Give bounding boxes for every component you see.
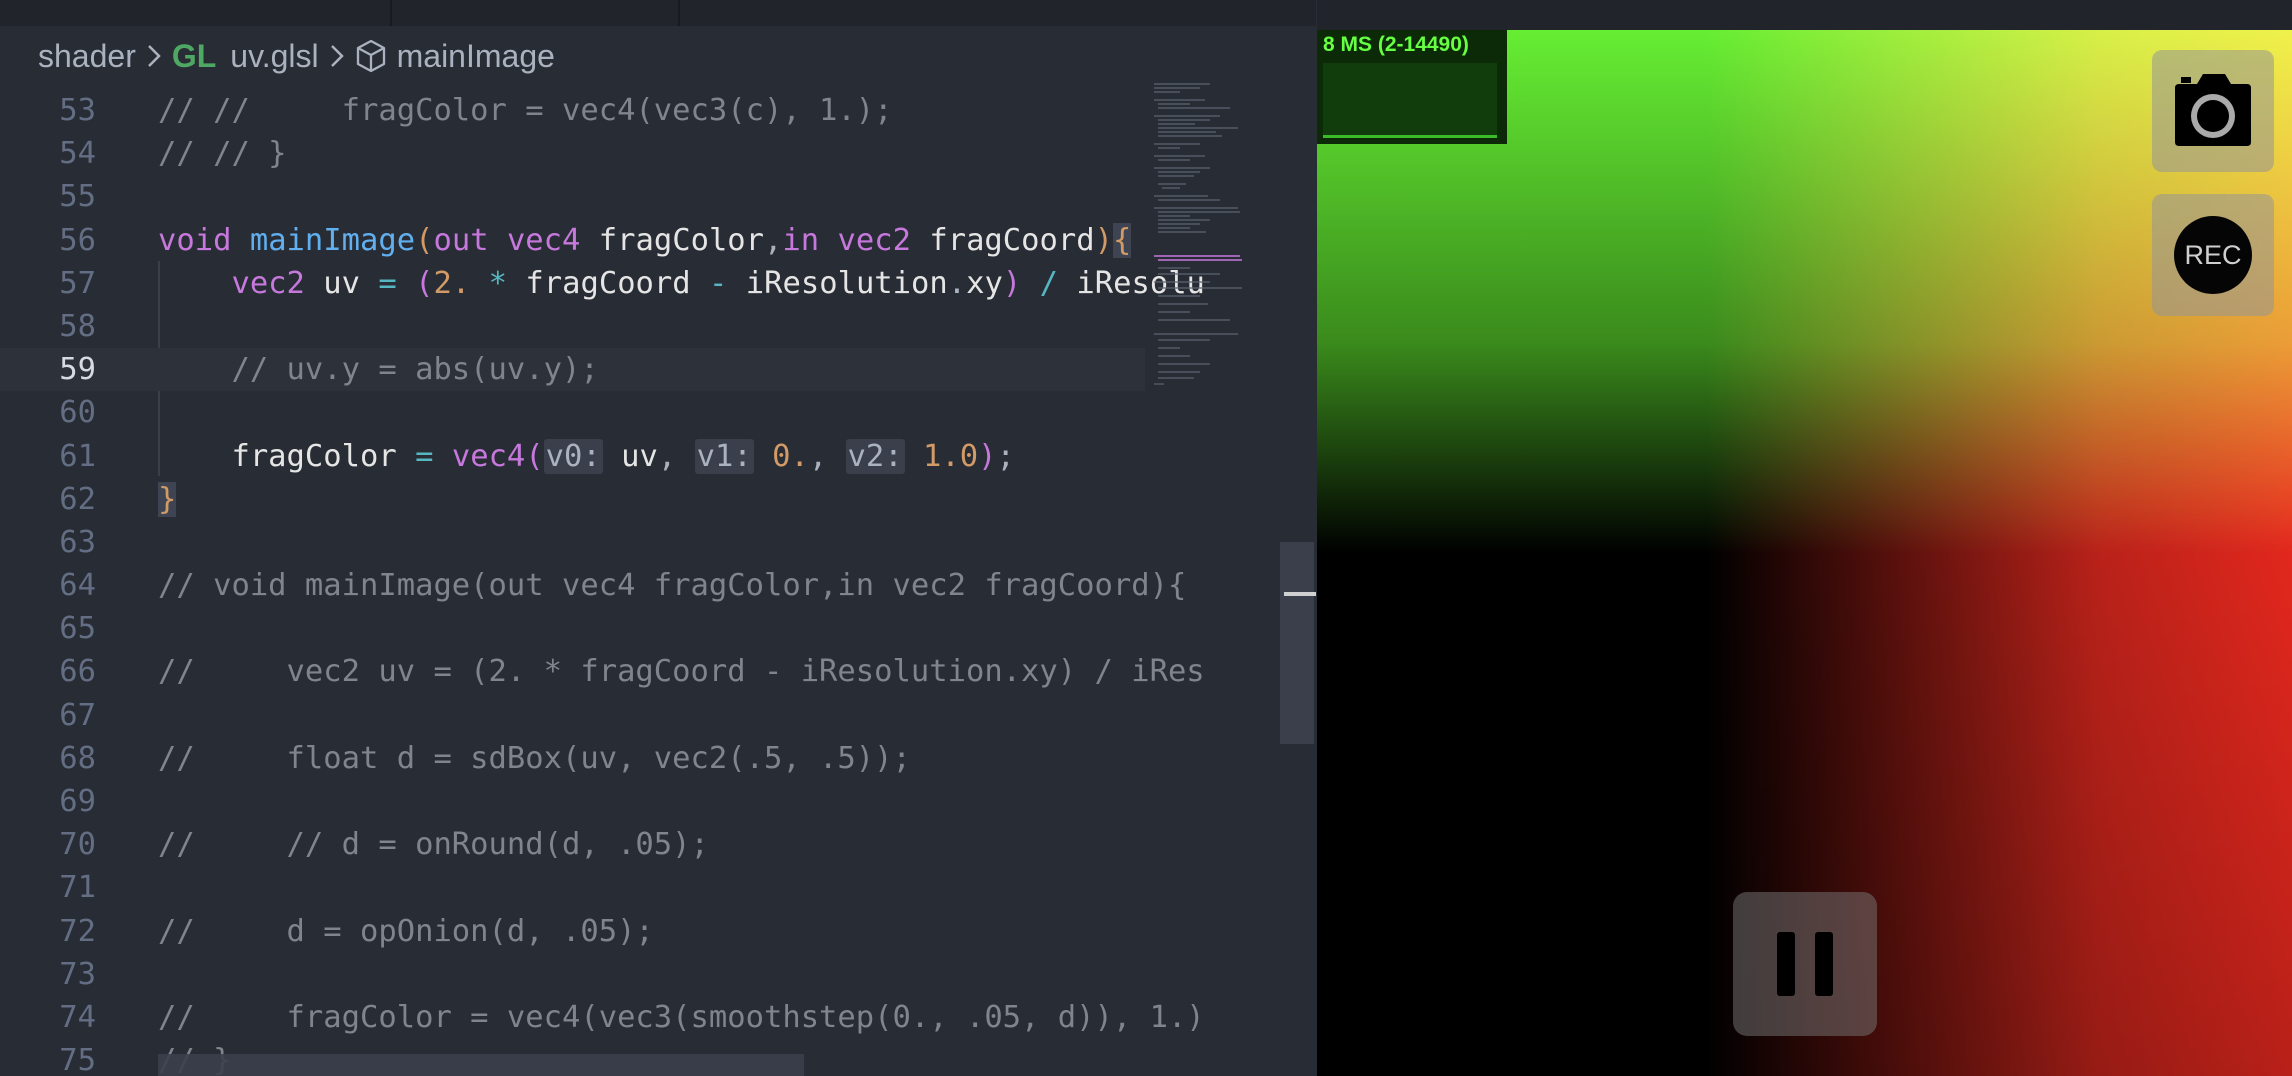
line-number: 74 — [59, 999, 96, 1035]
code-line[interactable]: 67 — [0, 694, 1145, 737]
vertical-scrollbar[interactable] — [1280, 542, 1314, 744]
line-number: 58 — [59, 308, 96, 344]
camera-icon — [2173, 72, 2253, 154]
minimap[interactable] — [1150, 78, 1246, 458]
line-number: 65 — [59, 611, 96, 647]
pause-icon — [1773, 932, 1837, 1000]
code-line[interactable]: 65 — [0, 607, 1145, 650]
code-line-active[interactable]: 59 // uv.y = abs(uv.y); — [0, 348, 1145, 392]
symbol-method-icon — [355, 39, 387, 73]
code-line[interactable]: 73 — [0, 953, 1145, 996]
inlay-hint: v2: — [845, 438, 905, 474]
code-line[interactable]: 57 vec2 uv = (2. * fragCoord - iResoluti… — [0, 262, 1205, 305]
line-number: 66 — [59, 654, 96, 690]
line-number: 63 — [59, 524, 96, 560]
line-number: 59 — [59, 352, 96, 388]
line-number: 61 — [59, 438, 96, 474]
line-number: 75 — [59, 1043, 96, 1076]
frame-time-graph — [1323, 63, 1497, 138]
line-number: 62 — [59, 481, 96, 517]
frame-time-label: 8 MS (2-14490) — [1323, 33, 1469, 56]
line-number: 68 — [59, 740, 96, 776]
code-line[interactable]: 64// void mainImage(out vec4 fragColor,i… — [0, 564, 1186, 607]
code-line[interactable]: 72// d = opOnion(d, .05); — [0, 910, 1145, 953]
breadcrumb-folder[interactable]: shader — [38, 38, 136, 75]
breadcrumb-file[interactable]: uv.glsl — [230, 38, 318, 75]
code-line[interactable]: 60 — [0, 391, 1145, 434]
preview-tab-bar — [1317, 0, 2292, 30]
record-label: REC — [2174, 216, 2252, 294]
pause-button[interactable] — [1733, 892, 1877, 1036]
line-number: 57 — [59, 265, 96, 301]
inlay-hint: v1: — [694, 438, 754, 474]
line-number: 70 — [59, 827, 96, 863]
tab-divider — [678, 0, 680, 26]
tab-divider — [390, 0, 392, 26]
line-number: 72 — [59, 913, 96, 949]
code-line[interactable]: 56 void mainImage(out vec4 fragColor,in v… — [0, 219, 1145, 262]
inlay-hint: v0: — [543, 438, 603, 474]
record-button[interactable]: REC — [2152, 194, 2274, 316]
line-number: 67 — [59, 697, 96, 733]
code-line[interactable]: 53// // fragColor = vec4(vec3(c), 1.); — [0, 89, 1145, 132]
code-line[interactable]: 66// vec2 uv = (2. * fragCoord - iResolu… — [0, 650, 1204, 693]
code-line[interactable]: 62} — [0, 478, 1145, 521]
code-line[interactable]: 70// // d = onRound(d, .05); — [0, 823, 1145, 866]
line-number: 55 — [59, 179, 96, 215]
code-editor[interactable]: shader GL uv.glsl mainImage 53// // frag… — [0, 0, 1316, 1076]
line-number: 71 — [59, 870, 96, 906]
code-line[interactable]: 55 — [0, 175, 1145, 218]
chevron-right-icon — [329, 43, 345, 69]
line-number: 73 — [59, 956, 96, 992]
chevron-right-icon — [146, 43, 162, 69]
line-number: 53 — [59, 93, 96, 128]
code-line[interactable]: 58 — [0, 305, 1145, 348]
horizontal-scrollbar[interactable] — [158, 1054, 804, 1076]
screenshot-button[interactable] — [2152, 50, 2274, 172]
tab-bar — [0, 0, 1316, 26]
code-line[interactable]: 61 fragColor = vec4(v0: uv, v1: 0., v2: … — [0, 435, 1145, 478]
scrollbar-cursor-marker — [1284, 592, 1316, 596]
breadcrumb: shader GL uv.glsl mainImage — [0, 30, 1316, 82]
frame-stats-panel: 8 MS (2-14490) — [1317, 30, 1507, 144]
code-line[interactable]: 54// // } — [0, 132, 1145, 175]
line-number: 64 — [59, 568, 96, 604]
line-number: 60 — [59, 395, 96, 431]
code-lines[interactable]: 53// // fragColor = vec4(vec3(c), 1.); 5… — [0, 89, 1205, 1076]
code-line[interactable]: 63 — [0, 521, 1145, 564]
code-line[interactable]: 68// float d = sdBox(uv, vec2(.5, .5)); — [0, 737, 1145, 780]
code-line[interactable]: 74// fragColor = vec4(vec3(smoothstep(0.… — [0, 996, 1204, 1039]
line-number: 54 — [59, 136, 96, 172]
glsl-file-icon: GL — [171, 37, 217, 74]
line-number: 56 — [59, 222, 96, 258]
code-line[interactable]: 71 — [0, 866, 1145, 909]
code-line[interactable]: 69 — [0, 780, 1145, 823]
breadcrumb-symbol[interactable]: mainImage — [397, 38, 555, 75]
line-number: 69 — [59, 784, 96, 819]
